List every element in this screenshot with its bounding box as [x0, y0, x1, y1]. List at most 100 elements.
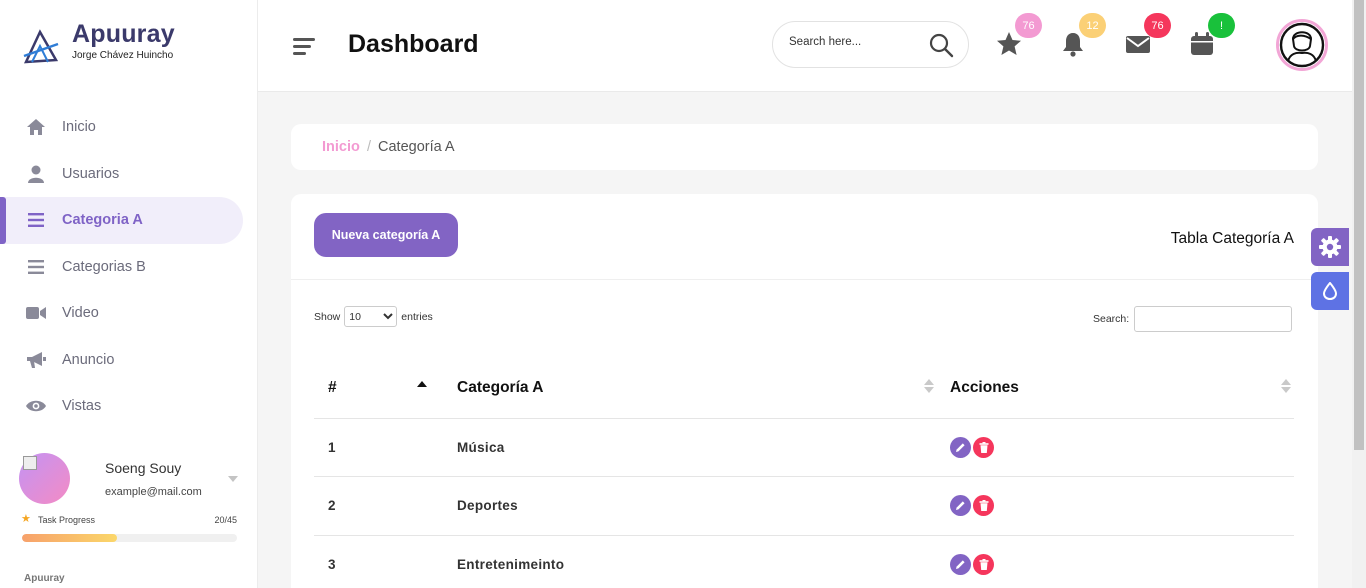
task-progress-label: Task Progress [38, 515, 96, 525]
table-row: 2 Deportes [314, 476, 1294, 536]
column-header-label: Acciones [950, 378, 1019, 396]
cell-actions [937, 418, 1294, 477]
sidebar-item-label: Inicio [62, 119, 96, 136]
megaphone-icon [26, 350, 46, 370]
delete-button[interactable] [973, 436, 994, 458]
sidebar-item-usuarios[interactable]: Usuarios [0, 151, 258, 198]
task-progress-fill [22, 534, 118, 542]
brand-subtitle: Jorge Chávez Huincho [72, 50, 174, 61]
sidebar-item-label: Vistas [62, 398, 102, 415]
list-icon [26, 257, 46, 277]
profile-email: example@mail.com [105, 486, 202, 498]
sidebar: Apuuray Jorge Chávez Huincho Inicio Usua… [0, 0, 258, 588]
task-progress-bar [22, 534, 237, 542]
breadcrumb-current: Categoría A [378, 139, 455, 155]
star-icon: ★ [21, 513, 31, 525]
avatar [19, 453, 70, 504]
search-icon[interactable] [928, 32, 954, 58]
entries-label: entries [401, 310, 433, 323]
gear-icon [1319, 236, 1341, 258]
card-title: Tabla Categoría A [1170, 230, 1294, 247]
sidebar-footer-brand: Apuuray [24, 573, 65, 584]
brand[interactable]: Apuuray Jorge Chávez Huincho [22, 20, 175, 66]
show-label: Show [314, 310, 341, 323]
trash-icon [979, 441, 988, 453]
table-search: Search: [1093, 306, 1293, 332]
category-table-card: Nueva categoría A Tabla Categoría A Show… [291, 194, 1318, 588]
notifications-badge: 12 [1079, 13, 1106, 38]
video-icon [26, 303, 46, 323]
column-header-category[interactable]: Categoría A [444, 358, 937, 419]
favorites-badge: 76 [1015, 13, 1042, 38]
sidebar-item-categoria-a[interactable]: Categoria A [0, 197, 243, 244]
cell-actions [937, 535, 1294, 588]
edit-button[interactable] [950, 495, 971, 517]
new-category-button[interactable]: Nueva categoría A [314, 213, 458, 257]
delete-button[interactable] [973, 495, 994, 517]
sidebar-nav: Inicio Usuarios Categoria A Categorias B… [0, 104, 258, 430]
sidebar-item-label: Usuarios [62, 165, 120, 182]
sort-icon [1281, 379, 1291, 395]
sidebar-item-label: Video [62, 305, 99, 322]
cell-actions [937, 476, 1294, 536]
breadcrumb-home-link[interactable]: Inicio [322, 139, 360, 155]
card-divider [291, 279, 1318, 280]
entries-length-control: Show 10 entries [314, 306, 433, 327]
sidebar-item-inicio[interactable]: Inicio [0, 104, 258, 151]
header-search [772, 21, 969, 68]
theme-color-button[interactable] [1311, 272, 1349, 310]
list-icon [26, 210, 46, 230]
sidebar-item-video[interactable]: Video [0, 290, 258, 337]
table-search-input[interactable] [1134, 306, 1293, 332]
pencil-icon [956, 501, 965, 511]
table-search-label: Search: [1093, 313, 1130, 325]
top-header: Dashboard 76 12 76 ! [258, 0, 1352, 92]
delete-button[interactable] [973, 553, 994, 575]
column-header-label: Categoría A [457, 378, 544, 396]
sort-asc-icon [417, 381, 427, 387]
user-avatar[interactable] [1276, 19, 1328, 71]
cell-category: Música [444, 418, 937, 477]
cell-category: Deportes [444, 476, 937, 536]
cell-id: 2 [314, 476, 444, 536]
eye-icon [26, 396, 46, 416]
trash-icon [979, 500, 988, 512]
page-size-select[interactable]: 10 [344, 306, 398, 327]
chevron-down-icon[interactable] [228, 476, 238, 482]
table-row: 1 Música [314, 418, 1294, 477]
cell-id: 1 [314, 418, 444, 477]
table-row: 3 Entretenimeinto [314, 535, 1294, 588]
vertical-scrollbar[interactable] [1352, 0, 1366, 588]
sidebar-item-anuncio[interactable]: Anuncio [0, 337, 258, 384]
user-silhouette-icon [1279, 22, 1325, 68]
edit-button[interactable] [950, 436, 971, 458]
cell-category: Entretenimeinto [444, 535, 937, 588]
scrollbar-thumb[interactable] [1354, 0, 1364, 450]
droplet-icon [1323, 282, 1337, 300]
sort-icon [924, 379, 934, 395]
breadcrumb-separator: / [367, 139, 372, 155]
sidebar-item-label: Categorias B [62, 258, 146, 275]
edit-button[interactable] [950, 553, 971, 575]
breadcrumb: Inicio / Categoría A [291, 124, 1318, 170]
home-icon [26, 117, 46, 137]
task-progress-count: 20/45 [214, 515, 237, 525]
brand-logo-icon [23, 29, 59, 64]
pencil-icon [956, 560, 965, 569]
column-header-id[interactable]: # [314, 358, 444, 419]
page-title: Dashboard [348, 30, 479, 58]
messages-badge: 76 [1144, 13, 1171, 38]
search-input[interactable] [789, 36, 919, 48]
broken-image-icon [23, 456, 37, 470]
column-header-label: # [328, 378, 337, 396]
category-table: # Categoría A Acciones 1 Música 2 Deport… [314, 358, 1294, 588]
sidebar-item-vistas[interactable]: Vistas [0, 383, 258, 430]
sidebar-item-categorias-b[interactable]: Categorias B [0, 244, 258, 291]
brand-name: Apuuray [72, 20, 175, 48]
table-header-row: # Categoría A Acciones [314, 358, 1294, 419]
trash-icon [979, 558, 988, 570]
settings-button[interactable] [1311, 228, 1349, 266]
sidebar-item-label: Categoria A [62, 212, 143, 229]
menu-toggle-icon[interactable] [293, 37, 315, 57]
column-header-actions[interactable]: Acciones [937, 358, 1294, 419]
